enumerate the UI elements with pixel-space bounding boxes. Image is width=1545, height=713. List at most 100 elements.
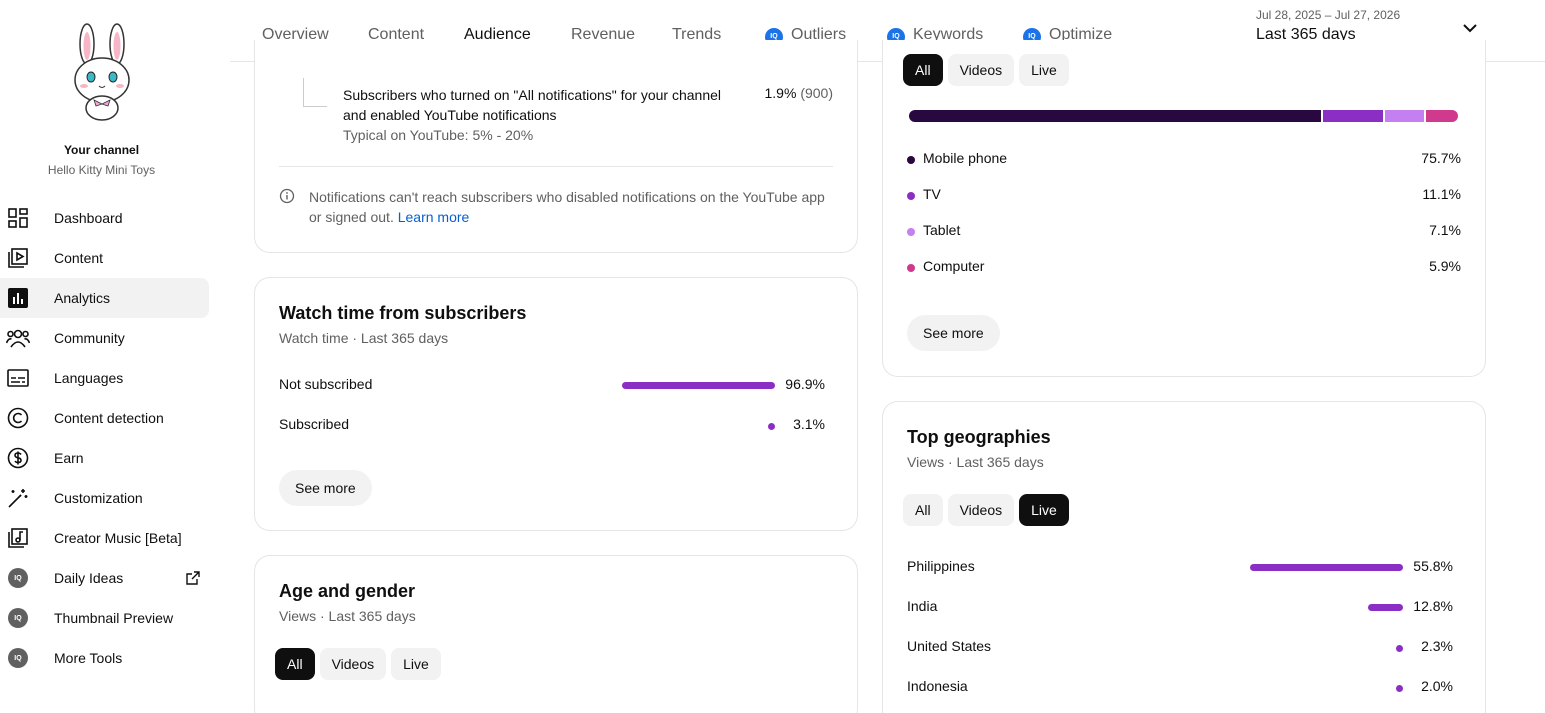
sidebar-item-daily-ideas[interactable]: IQ Daily Ideas bbox=[0, 558, 209, 598]
notifications-line1: Subscribers who turned on "All notificat… bbox=[343, 87, 722, 103]
row-label: Mobile phone bbox=[923, 150, 1008, 166]
sidebar-item-community[interactable]: Community bbox=[0, 318, 209, 358]
sidebar-item-more-tools[interactable]: IQ More Tools bbox=[0, 638, 209, 678]
row-label: TV bbox=[923, 186, 941, 202]
sidebar-item-content[interactable]: Content bbox=[0, 238, 209, 278]
device-row: TV 11.1% bbox=[907, 186, 1461, 206]
channel-avatar[interactable] bbox=[62, 22, 142, 122]
notifications-card: Subscribers who turned on "All notificat… bbox=[254, 40, 858, 253]
legend-dot bbox=[907, 156, 915, 164]
sidebar-item-label: Content detection bbox=[54, 410, 164, 426]
device-row: Computer 5.9% bbox=[907, 258, 1461, 278]
progress-dot bbox=[768, 423, 775, 430]
row-value: 7.1% bbox=[1429, 222, 1461, 238]
card-title: Watch time from subscribers bbox=[279, 303, 527, 323]
iq-icon: IQ bbox=[6, 566, 30, 590]
see-more-button[interactable]: See more bbox=[279, 470, 372, 506]
copyright-icon bbox=[6, 406, 30, 430]
filter-all[interactable]: All bbox=[275, 648, 315, 680]
device-row: Mobile phone 75.7% bbox=[907, 150, 1461, 170]
sidebar-item-label: Community bbox=[54, 330, 125, 346]
filter-videos[interactable]: Videos bbox=[947, 54, 1015, 86]
sidebar-item-analytics[interactable]: Analytics bbox=[0, 278, 209, 318]
sidebar-item-content-detection[interactable]: Content detection bbox=[0, 398, 209, 438]
subscriber-row: Not subscribed 96.9% bbox=[279, 376, 833, 396]
geo-row: Indonesia 2.0% bbox=[907, 678, 1461, 698]
sidebar-item-creator-music[interactable]: Creator Music [Beta] bbox=[0, 518, 209, 558]
legend-dot bbox=[907, 264, 915, 272]
row-label: Tablet bbox=[923, 222, 961, 238]
row-label: United States bbox=[907, 638, 992, 654]
sidebar-item-label: Earn bbox=[54, 450, 84, 466]
age-gender-card: Age and gender Views · Last 365 days All… bbox=[254, 555, 858, 713]
progress-dot bbox=[1396, 645, 1403, 652]
date-range-picker[interactable]: Jul 28, 2025 – Jul 27, 2026 Last 365 day… bbox=[1256, 8, 1400, 44]
learn-more-link[interactable]: Learn more bbox=[398, 209, 470, 225]
row-label: Subscribed bbox=[279, 416, 350, 432]
geo-row: Philippines 55.8% bbox=[907, 558, 1461, 578]
geo-row: India 12.8% bbox=[907, 598, 1461, 618]
info-icon bbox=[279, 188, 295, 204]
filter-all[interactable]: All bbox=[903, 494, 943, 526]
filter-videos[interactable]: Videos bbox=[319, 648, 387, 680]
sidebar-item-label: Content bbox=[54, 250, 104, 266]
notifications-value-group: 1.9% (900) bbox=[765, 85, 834, 101]
card-subtitle: Views · Last 365 days bbox=[279, 608, 416, 624]
external-link-icon bbox=[186, 571, 200, 585]
iq-icon: IQ bbox=[6, 606, 30, 630]
sidebar-item-earn[interactable]: Earn bbox=[0, 438, 209, 478]
sidebar-item-label: Customization bbox=[54, 490, 143, 506]
dollar-icon bbox=[6, 446, 30, 470]
notifications-description: Subscribers who turned on "All notificat… bbox=[343, 85, 721, 145]
sidebar-item-label: Languages bbox=[54, 370, 124, 386]
sidebar-item-thumbnail-preview[interactable]: IQ Thumbnail Preview bbox=[0, 598, 209, 638]
device-stacked-bar bbox=[909, 110, 1459, 122]
notifications-count: (900) bbox=[800, 85, 833, 101]
chevron-down-icon[interactable] bbox=[1462, 20, 1478, 36]
row-label: Not subscribed bbox=[279, 376, 373, 392]
community-icon bbox=[6, 326, 30, 350]
device-bar-segment bbox=[1322, 110, 1384, 122]
row-label: Indonesia bbox=[907, 678, 968, 694]
notifications-typical: Typical on YouTube: 5% - 20% bbox=[343, 127, 534, 143]
filter-chips: All Videos Live bbox=[275, 648, 446, 680]
top-geographies-card: Top geographies Views · Last 365 days Al… bbox=[882, 401, 1486, 713]
row-value: 11.1% bbox=[1422, 186, 1461, 202]
filter-all[interactable]: All bbox=[903, 54, 943, 86]
row-value: 2.0% bbox=[1421, 678, 1453, 694]
row-label: Computer bbox=[923, 258, 985, 274]
legend-dot bbox=[907, 228, 915, 236]
dashboard-icon bbox=[6, 206, 30, 230]
filter-live[interactable]: Live bbox=[391, 648, 441, 680]
card-title: Top geographies bbox=[907, 427, 1051, 447]
sidebar-item-label: More Tools bbox=[54, 650, 123, 666]
sidebar-item-languages[interactable]: Languages bbox=[0, 358, 209, 398]
channel-name: Hello Kitty Mini Toys bbox=[47, 163, 156, 177]
geo-row: United States 2.3% bbox=[907, 638, 1461, 658]
filter-live[interactable]: Live bbox=[1019, 494, 1069, 526]
row-value: 12.8% bbox=[1413, 598, 1453, 614]
subscriber-row: Subscribed 3.1% bbox=[279, 416, 833, 436]
notifications-value: 1.9% bbox=[764, 85, 797, 101]
iq-badge: IQ bbox=[8, 648, 28, 668]
row-label: India bbox=[907, 598, 938, 614]
see-more-button[interactable]: See more bbox=[907, 315, 1000, 351]
analytics-icon bbox=[6, 286, 30, 310]
card-subtitle: Watch time · Last 365 days bbox=[279, 330, 449, 346]
device-type-card: All Videos Live Mobile phone 75.7% TV 11.1… bbox=[882, 40, 1486, 377]
row-value: 5.9% bbox=[1429, 258, 1461, 274]
sidebar-item-customization[interactable]: Customization bbox=[0, 478, 209, 518]
subtitles-icon bbox=[6, 366, 30, 390]
sidebar: Your channel Hello Kitty Mini Toys Dashb… bbox=[0, 0, 230, 713]
iq-badge: IQ bbox=[8, 608, 28, 628]
filter-live[interactable]: Live bbox=[1019, 54, 1069, 86]
sidebar-item-dashboard[interactable]: Dashboard bbox=[0, 198, 209, 238]
card-subtitle: Views · Last 365 days bbox=[907, 454, 1044, 470]
sidebar-item-label: Daily Ideas bbox=[54, 570, 124, 586]
device-bar-segment bbox=[1385, 110, 1424, 122]
filter-videos[interactable]: Videos bbox=[947, 494, 1015, 526]
iq-icon: IQ bbox=[6, 646, 30, 670]
progress-bar bbox=[1368, 604, 1403, 611]
row-value: 3.1% bbox=[793, 416, 825, 432]
content-icon bbox=[6, 246, 30, 270]
